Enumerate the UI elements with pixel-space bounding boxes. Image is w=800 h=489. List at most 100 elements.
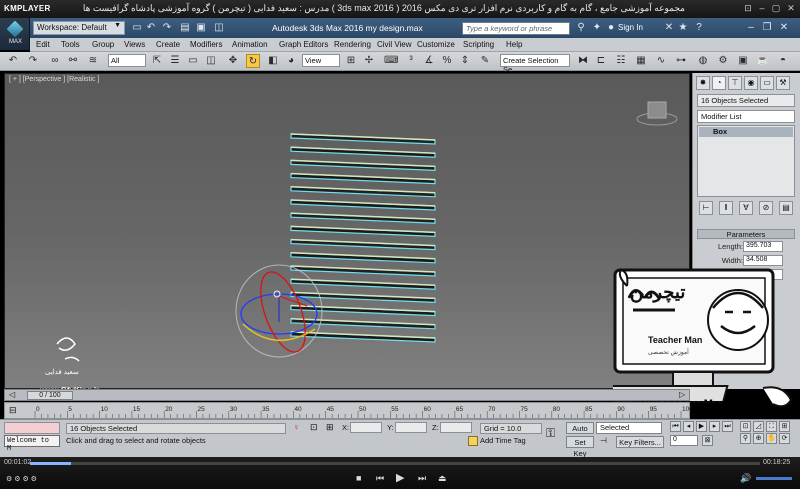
- link-icon[interactable]: ∞: [48, 54, 62, 68]
- zoom-all-icon[interactable]: ⊕: [753, 433, 764, 444]
- time-slider-handle[interactable]: 0 / 100: [27, 391, 73, 400]
- place-icon[interactable]: ◕: [284, 54, 298, 68]
- goto-end-icon[interactable]: ⏭: [722, 421, 733, 432]
- rotate-icon[interactable]: ↻: [246, 54, 260, 68]
- menu-tools[interactable]: Tools: [61, 40, 80, 49]
- rotate-gizmo[interactable]: [235, 264, 323, 358]
- prev-icon[interactable]: ⏮: [376, 473, 384, 484]
- project-icon[interactable]: ◫: [212, 20, 226, 35]
- maximize-viewport-icon[interactable]: ⛶: [766, 421, 777, 432]
- menu-animation[interactable]: Animation: [232, 40, 268, 49]
- remove-modifier-icon[interactable]: ⊘: [759, 201, 773, 215]
- width-input[interactable]: 34.508: [743, 255, 783, 266]
- orbit-icon[interactable]: ⟳: [779, 433, 790, 444]
- menu-scripting[interactable]: Scripting: [463, 40, 494, 49]
- auto-key-button[interactable]: Auto Key: [566, 422, 594, 444]
- zoom-extents-icon[interactable]: ⊡: [740, 421, 751, 432]
- key-selection-dropdown[interactable]: Selected: [596, 422, 662, 434]
- material-editor-icon[interactable]: ◍: [696, 54, 710, 68]
- track-bar[interactable]: ⊟ 0 5 10 15 20 25 30 35 40 45 50 55 60 65 70 75 80 85 90 95…: [4, 402, 691, 419]
- z-coordinate-field[interactable]: [440, 422, 472, 433]
- motion-tab-icon[interactable]: ◉: [744, 76, 758, 90]
- length-input[interactable]: 395.703: [743, 241, 783, 252]
- selection-set-dropdown[interactable]: Create Selection Se: [500, 54, 570, 74]
- modifier-stack[interactable]: Box: [697, 125, 795, 197]
- absolute-mode-icon[interactable]: ⊞: [326, 422, 334, 433]
- time-slider[interactable]: 0 / 100 ◁ ▷: [4, 389, 690, 401]
- view-cube[interactable]: [636, 101, 678, 126]
- select-object-icon[interactable]: ⇱: [150, 54, 164, 68]
- rendered-frame-icon[interactable]: ▣: [736, 54, 750, 68]
- close-icon[interactable]: ✕: [785, 2, 797, 15]
- settings-icon[interactable]: ⚙ ⚙ ⚙ ⚙: [6, 475, 37, 483]
- selection-filter-dropdown[interactable]: All: [108, 54, 146, 67]
- menu-create[interactable]: Create: [156, 40, 180, 49]
- scale-icon[interactable]: ◧: [266, 54, 280, 68]
- new-scene-icon[interactable]: ▭: [130, 20, 144, 35]
- menu-civil-view[interactable]: Civil View: [377, 40, 412, 49]
- window-crossing-icon[interactable]: ◫: [204, 54, 218, 68]
- rectangle-selection-icon[interactable]: ▭: [186, 54, 200, 68]
- time-tag-icon[interactable]: [468, 436, 478, 446]
- spinner-snap-icon[interactable]: ⇕: [458, 54, 472, 68]
- parameters-rollout[interactable]: Parameters: [697, 229, 795, 239]
- app-restore-icon[interactable]: ❐: [760, 20, 774, 35]
- search-icon[interactable]: ⚲: [574, 20, 588, 35]
- modify-tab-icon[interactable]: ◔: [712, 76, 726, 90]
- app-close-icon[interactable]: ✕: [777, 20, 791, 35]
- mirror-icon[interactable]: ⧓: [576, 54, 590, 68]
- unlink-icon[interactable]: ⚯: [66, 54, 80, 68]
- menu-graph-editors[interactable]: Graph Editors: [279, 40, 328, 49]
- blind-slats[interactable]: [290, 133, 436, 343]
- seek-bar[interactable]: [30, 462, 760, 465]
- sign-in-link[interactable]: Sign In: [618, 23, 643, 32]
- configure-sets-icon[interactable]: ▤: [779, 201, 793, 215]
- display-tab-icon[interactable]: ▭: [760, 76, 774, 90]
- user-icon[interactable]: ●: [604, 20, 618, 35]
- menu-modifiers[interactable]: Modifiers: [190, 40, 222, 49]
- redo-icon[interactable]: ↷: [26, 54, 40, 68]
- play-icon[interactable]: ▶: [696, 421, 707, 432]
- set-key-button[interactable]: Set Key: [566, 436, 594, 458]
- perspective-viewport[interactable]: [ + ] [Perspective ] [Realistic ]: [4, 73, 690, 389]
- save-icon[interactable]: ▣: [194, 20, 208, 35]
- player-play-icon[interactable]: ▶: [396, 471, 404, 484]
- infocenter-icon[interactable]: ✦: [590, 20, 604, 35]
- volume-slider[interactable]: [756, 477, 792, 480]
- app-menu-button[interactable]: MAX: [0, 18, 30, 50]
- ribbon-icon[interactable]: ▦: [634, 54, 648, 68]
- percent-snap-icon[interactable]: %: [440, 54, 454, 68]
- bind-spacewarp-icon[interactable]: ≋: [86, 54, 100, 68]
- menu-edit[interactable]: Edit: [36, 40, 50, 49]
- next-frame-icon[interactable]: ▷: [679, 390, 685, 399]
- menu-views[interactable]: Views: [124, 40, 145, 49]
- time-config-icon[interactable]: ⊠: [702, 435, 713, 446]
- edit-named-sets-icon[interactable]: ✎: [478, 54, 492, 68]
- prev-frame-icon[interactable]: ◁: [9, 390, 15, 399]
- undo-icon[interactable]: ↶: [144, 20, 158, 35]
- x-coordinate-field[interactable]: [350, 422, 382, 433]
- eject-icon[interactable]: ⏏: [438, 473, 447, 484]
- create-tab-icon[interactable]: ✸: [696, 76, 710, 90]
- render-icon[interactable]: ☕: [756, 54, 770, 68]
- utilities-tab-icon[interactable]: ⚒: [776, 76, 790, 90]
- open-icon[interactable]: ▤: [178, 20, 192, 35]
- snap-3d-icon[interactable]: ³: [404, 54, 418, 68]
- key-filters-button[interactable]: Key Filters...: [616, 436, 664, 448]
- prev-key-icon[interactable]: ◂: [683, 421, 694, 432]
- pan-icon[interactable]: ✋: [766, 433, 777, 444]
- menu-rendering[interactable]: Rendering: [334, 40, 371, 49]
- menu-help[interactable]: Help: [506, 40, 522, 49]
- modifier-list-dropdown[interactable]: Modifier List: [697, 110, 795, 123]
- next-icon[interactable]: ⏭: [418, 473, 426, 484]
- isolate-selection-icon[interactable]: ♀: [293, 422, 300, 432]
- keyboard-shortcut-icon[interactable]: ⌨: [384, 54, 398, 68]
- field-of-view-icon[interactable]: ◿: [753, 421, 764, 432]
- pin-icon[interactable]: ⊡: [742, 2, 754, 15]
- curve-editor-icon[interactable]: ∿: [654, 54, 668, 68]
- move-icon[interactable]: ✥: [226, 54, 240, 68]
- exchange-icon[interactable]: ✕: [662, 20, 676, 35]
- help-icon[interactable]: ?: [692, 20, 706, 35]
- minimize-icon[interactable]: –: [756, 2, 768, 15]
- angle-snap-icon[interactable]: ∡: [422, 54, 436, 68]
